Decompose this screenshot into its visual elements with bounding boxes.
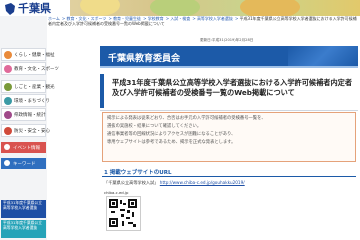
keyword-label: キーワード	[13, 162, 36, 167]
sidebar-item-living[interactable]: くらし・健康・福祉	[1, 48, 55, 61]
section-title: 千葉県教育委員会	[108, 54, 181, 64]
shield-icon	[4, 127, 12, 135]
book-icon	[4, 65, 12, 73]
sidebar-item-education[interactable]: 教育・文化・スポーツ	[1, 62, 59, 75]
chart-icon	[4, 111, 12, 119]
event-info-label: イベント情報	[13, 146, 40, 151]
page-title: 平成31年度千葉県公立高等学校入学者選抜における入学許可候補者内定者及び入学許可…	[112, 78, 353, 97]
update-date: 更新日:平成31(2019)年2月28日	[200, 38, 254, 42]
notice-line: 通信事業者等の回線状況によりアクセスが困難になることがあり、	[107, 132, 236, 137]
sidebar-item-label: 県政情報・統計	[14, 113, 46, 118]
logo-text: 千葉県	[18, 2, 51, 15]
leaf-icon	[4, 97, 12, 105]
section-heading-text: 1 掲載ウェブサイトのURL	[104, 170, 172, 176]
briefcase-icon	[4, 83, 12, 91]
url-line: 「千葉県公立高等学校入試」 http://www.chiba-c.ed.jp/g…	[104, 180, 245, 186]
section-underline	[100, 66, 358, 68]
qr-label: chiba-c.ed.jp	[104, 190, 129, 195]
sidebar-item-safety[interactable]: 防災・安全・安心	[1, 124, 50, 137]
header-deco-field	[150, 0, 200, 16]
breadcrumb-item[interactable]: 高等学校入学者選抜	[197, 16, 233, 21]
notice-line: 選抜の実施校・結果について確認してください。	[107, 124, 202, 129]
event-info-button[interactable]: イベント情報	[1, 142, 46, 153]
sidebar-item-label: 防災・安全・安心	[14, 129, 50, 134]
sidebar-item-environment[interactable]: 環境・まちづくり	[1, 94, 50, 107]
header-deco-flowers	[80, 0, 120, 16]
qr-code	[106, 196, 141, 231]
keyword-button[interactable]: キーワード	[1, 158, 46, 169]
sidebar-banner-text: 平成31年度千葉県公立高等学校入学者選抜	[3, 220, 43, 230]
calendar-icon	[4, 144, 10, 150]
sidebar-item-government[interactable]: 県政情報・統計	[1, 108, 46, 121]
sidebar-item-label: 環境・まちづくり	[14, 99, 50, 104]
sidebar-banner-secondary[interactable]: 平成31年度千葉県公立高等学校入学者選抜	[1, 220, 46, 238]
sidebar-item-label: しごと・産業・観光	[14, 85, 55, 90]
sidebar-item-work[interactable]: しごと・産業・観光	[1, 80, 55, 93]
section-header-stripe	[288, 46, 358, 66]
divider	[100, 110, 358, 111]
page-title-box: 平成31年度千葉県公立高等学校入学者選抜における入学許可候補者内定者及び入学許可…	[100, 74, 358, 108]
site-logo[interactable]: 千葉県	[0, 0, 70, 16]
home-icon	[4, 51, 12, 59]
sidebar-item-label: くらし・健康・福祉	[14, 53, 55, 58]
breadcrumb-item[interactable]: 入試・検査	[170, 16, 190, 21]
sidebar-banner[interactable]: 平成31年度千葉県公立高等学校入学者選抜	[1, 200, 46, 218]
site-header: 千葉県	[0, 0, 360, 16]
results-url-link[interactable]: http://www.chiba-c.ed.jp/gouhakku2019/	[160, 180, 245, 185]
sidebar-item-label: 教育・文化・スポーツ	[14, 67, 59, 72]
notice-box: 掲示による発表は従来どおり、合否はお手元の入学許可候補者の受検番号一覧を、 選抜…	[102, 112, 356, 162]
chiba-mark-icon	[5, 3, 15, 15]
section-heading: 1 掲載ウェブサイトのURL	[102, 168, 356, 177]
notice-line: 専用ウェブサイトは参考であるため、掲示を正式な発表とします。	[107, 140, 236, 145]
breadcrumb: ホーム > 教育・文化・スポーツ > 教育・児童生徒 > 学校教育 > 入試・検査 > 高…	[48, 16, 357, 26]
sidebar-banner-text: 平成31年度千葉県公立高等学校入学者選抜	[3, 200, 43, 210]
section-header: 千葉県教育委員会	[100, 46, 358, 66]
url-label: 「千葉県公立高等学校入試」	[104, 180, 159, 185]
header-deco-sunflower	[240, 0, 300, 16]
notice-line: 掲示による発表は従来どおり、合否はお手元の入学許可候補者の受検番号一覧を、	[107, 116, 266, 121]
search-icon	[4, 160, 10, 166]
